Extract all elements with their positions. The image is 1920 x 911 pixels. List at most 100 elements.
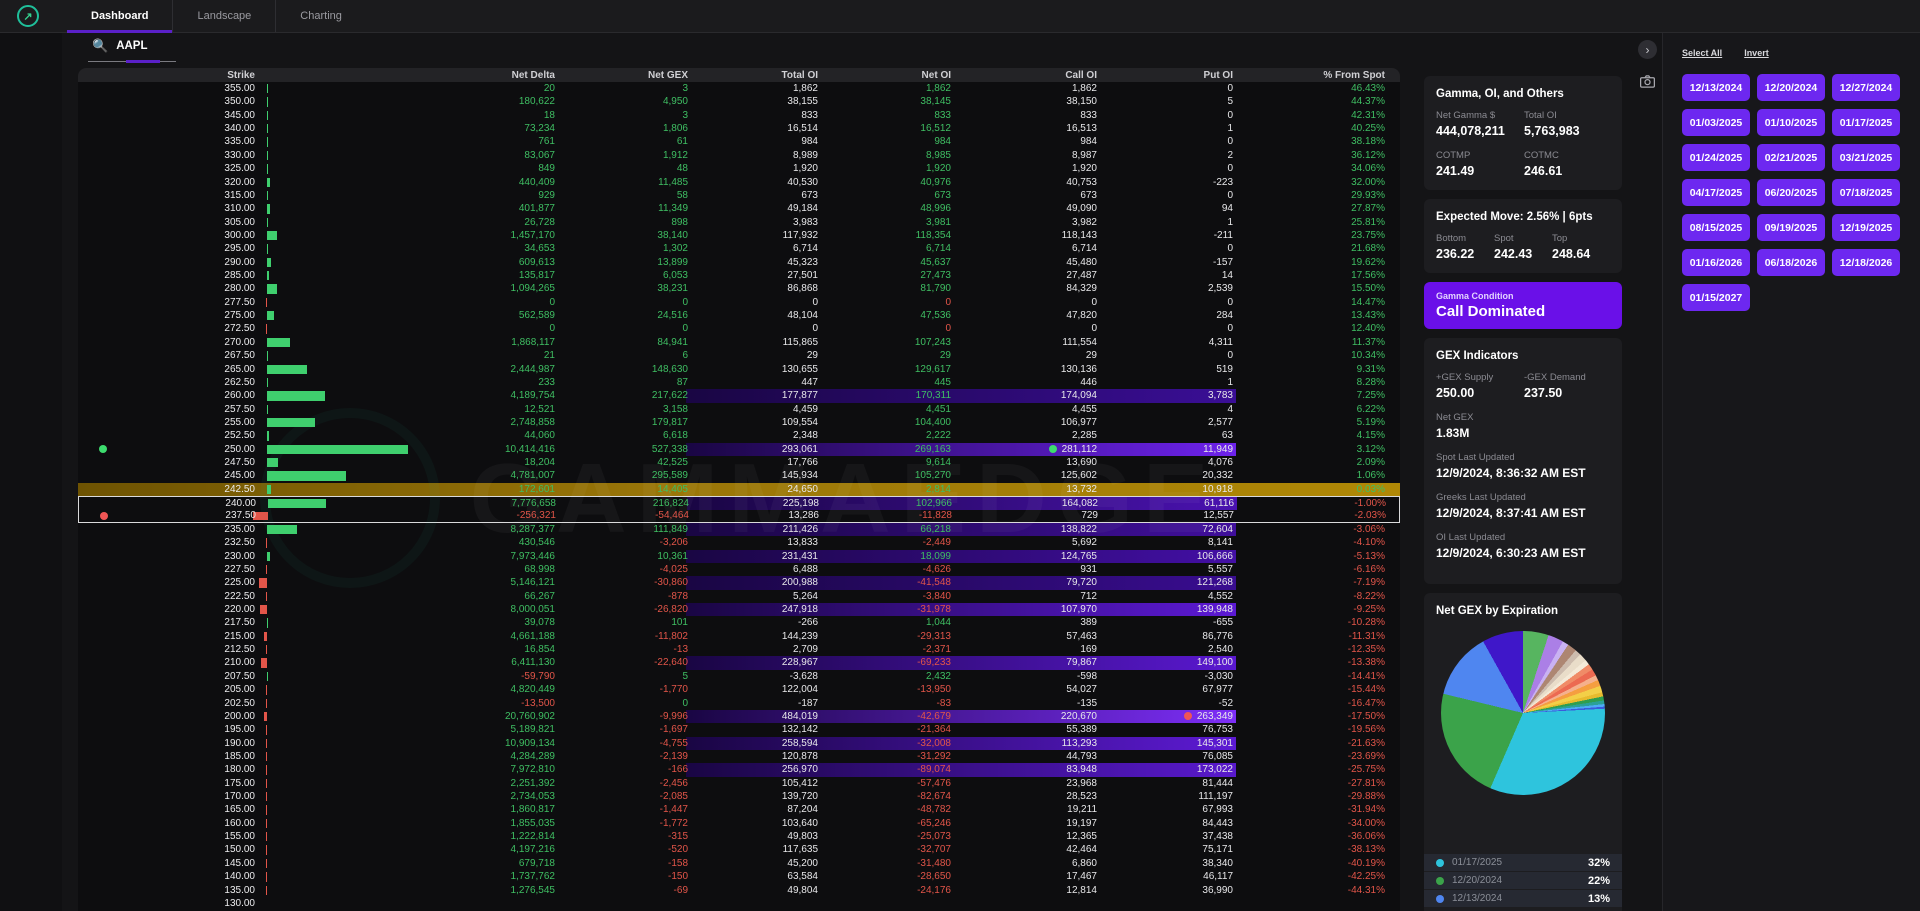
- table-row[interactable]: 335.00 761 61 984 984 984 0 38.18%: [78, 135, 1400, 148]
- expiry-date-button[interactable]: 09/19/2025: [1757, 214, 1825, 241]
- table-row[interactable]: 277.50 0 0 0 0 0 0 14.47%: [78, 296, 1400, 309]
- tab-landscape[interactable]: Landscape: [173, 0, 277, 32]
- column-header[interactable]: Net OI: [818, 70, 951, 81]
- sidebar-link-invert[interactable]: Invert: [1744, 48, 1769, 58]
- table-row[interactable]: 350.00 180,622 4,950 38,155 38,145 38,150 5 44.…: [78, 95, 1400, 108]
- tab-charting[interactable]: Charting: [276, 0, 366, 32]
- expiry-date-button[interactable]: 04/17/2025: [1682, 179, 1750, 206]
- table-row[interactable]: 150.00 4,197,216 -520 117,635 -32,707 42,464 7…: [78, 843, 1400, 856]
- table-row[interactable]: 240.00 7,776,658 216,824 225,198 102,966 164,…: [78, 496, 1400, 510]
- table-row[interactable]: 135.00 1,276,545 -69 49,804 -24,176 12,814 36,…: [78, 884, 1400, 897]
- table-row[interactable]: 320.00 440,409 11,485 40,530 40,976 40,753 -22…: [78, 176, 1400, 189]
- table-row[interactable]: 325.00 849 48 1,920 1,920 1,920 0 34.06%: [78, 162, 1400, 175]
- expiry-date-button[interactable]: 01/15/2027: [1682, 284, 1750, 311]
- put-oi-cell: 76,085: [1202, 750, 1233, 762]
- ticker-search[interactable]: 🔍: [92, 38, 187, 54]
- table-row[interactable]: 272.50 0 0 0 0 0 0 12.40%: [78, 322, 1400, 335]
- table-row[interactable]: 340.00 73,234 1,806 16,514 16,512 16,513 1 40.2…: [78, 122, 1400, 135]
- table-row[interactable]: 130.00: [78, 897, 1400, 910]
- table-row[interactable]: 170.00 2,734,053 -2,085 139,720 -82,674 28,52…: [78, 790, 1400, 803]
- table-row[interactable]: 232.50 430,546 -3,206 13,833 -2,449 5,692 8,14…: [78, 536, 1400, 549]
- table-row[interactable]: 255.00 2,748,858 179,817 109,554 104,400 106,…: [78, 416, 1400, 429]
- expiry-date-button[interactable]: 12/20/2024: [1757, 74, 1825, 101]
- expiry-date-button[interactable]: 03/21/2025: [1832, 144, 1900, 171]
- table-row[interactable]: 262.50 233 87 447 445 446 1 8.28%: [78, 376, 1400, 389]
- table-row[interactable]: 290.00 609,613 13,899 45,323 45,637 45,480 -15…: [78, 256, 1400, 269]
- expiry-date-button[interactable]: 07/18/2025: [1832, 179, 1900, 206]
- table-row[interactable]: 260.00 4,189,754 217,622 177,877 170,311 174,…: [78, 389, 1400, 403]
- table-row[interactable]: 285.00 135,817 6,053 27,501 27,473 27,487 14 17…: [78, 269, 1400, 282]
- table-row[interactable]: 315.00 929 58 673 673 673 0 29.93%: [78, 189, 1400, 202]
- table-row[interactable]: 190.00 10,909,134 -4,755 258,594 -32,008 113,…: [78, 736, 1400, 750]
- table-row[interactable]: 180.00 7,972,810 -166 256,970 -89,074 83,948 1…: [78, 763, 1400, 777]
- table-row[interactable]: 300.00 1,457,170 38,140 117,932 118,354 118,1…: [78, 229, 1400, 242]
- table-row[interactable]: 225.00 5,146,121 -30,860 200,988 -41,548 79,7…: [78, 576, 1400, 590]
- column-header[interactable]: % From Spot: [1233, 70, 1385, 81]
- expiry-date-button[interactable]: 12/27/2024: [1832, 74, 1900, 101]
- table-row[interactable]: 200.00 20,760,902 -9,996 484,019 -42,679 220,…: [78, 709, 1400, 724]
- column-header[interactable]: Net GEX: [555, 70, 688, 81]
- column-header[interactable]: Net Delta: [255, 70, 555, 81]
- table-row[interactable]: 235.00 8,287,377 111,849 211,426 66,218 138,8…: [78, 522, 1400, 537]
- table-row[interactable]: 207.50 -59,790 5 -3,628 2,432 -598 -3,030 -14.4…: [78, 670, 1400, 683]
- expiry-date-button[interactable]: 12/18/2026: [1832, 249, 1900, 276]
- table-row[interactable]: 145.00 679,718 -158 45,200 -31,480 6,860 38,34…: [78, 857, 1400, 870]
- table-row[interactable]: 227.50 68,998 -4,025 6,488 -4,626 931 5,557 -6.…: [78, 563, 1400, 576]
- table-row[interactable]: 217.50 39,078 101 -266 1,044 389 -655 -10.28%: [78, 616, 1400, 629]
- table-row[interactable]: 280.00 1,094,265 38,231 86,868 81,790 84,329 2…: [78, 282, 1400, 295]
- table-row[interactable]: 345.00 18 3 833 833 833 0 42.31%: [78, 109, 1400, 122]
- search-input[interactable]: [116, 40, 187, 52]
- table-row[interactable]: 160.00 1,855,035 -1,772 103,640 -65,246 19,19…: [78, 817, 1400, 830]
- expiry-date-button[interactable]: 06/20/2025: [1757, 179, 1825, 206]
- expiry-date-button[interactable]: 01/10/2025: [1757, 109, 1825, 136]
- table-row[interactable]: 237.50 -256,321 -54,464 13,286 -11,828 729 12,…: [78, 509, 1400, 523]
- table-row[interactable]: 175.00 2,251,392 -2,456 105,412 -57,476 23,96…: [78, 777, 1400, 790]
- expiry-date-button[interactable]: 01/16/2026: [1682, 249, 1750, 276]
- camera-icon[interactable]: [1638, 72, 1657, 91]
- expiry-date-button[interactable]: 01/24/2025: [1682, 144, 1750, 171]
- table-row[interactable]: 252.50 44,060 6,618 2,348 2,222 2,285 63 4.15%: [78, 429, 1400, 442]
- table-row[interactable]: 242.50 172,601 14,405 24,650 2,814 13,732 10,9…: [78, 482, 1400, 497]
- table-row[interactable]: 265.00 2,444,987 148,630 130,655 129,617 130,…: [78, 363, 1400, 376]
- table-row[interactable]: 257.50 12,521 3,158 4,459 4,451 4,455 4 6.22%: [78, 403, 1400, 416]
- column-header[interactable]: Put OI: [1097, 70, 1233, 81]
- expiry-date-button[interactable]: 01/03/2025: [1682, 109, 1750, 136]
- table-row[interactable]: 270.00 1,868,117 84,941 115,865 107,243 111,5…: [78, 336, 1400, 349]
- table-row[interactable]: 220.00 8,000,051 -26,820 247,918 -31,978 107,…: [78, 603, 1400, 617]
- expiry-date-button[interactable]: 02/21/2025: [1757, 144, 1825, 171]
- expiry-date-button[interactable]: 06/18/2026: [1757, 249, 1825, 276]
- table-row[interactable]: 210.00 6,411,130 -22,640 228,967 -69,233 79,8…: [78, 656, 1400, 670]
- table-row[interactable]: 215.00 4,661,188 -11,802 144,239 -29,313 57,4…: [78, 630, 1400, 643]
- expiry-date-button[interactable]: 12/13/2024: [1682, 74, 1750, 101]
- column-header[interactable]: Call OI: [951, 70, 1097, 81]
- table-row[interactable]: 140.00 1,737,762 -150 63,584 -28,650 17,467 46…: [78, 870, 1400, 883]
- table-row[interactable]: 195.00 5,189,821 -1,697 132,142 -21,364 55,38…: [78, 723, 1400, 736]
- table-row[interactable]: 267.50 21 6 29 29 29 0 10.34%: [78, 349, 1400, 362]
- table-row[interactable]: 212.50 16,854 -13 2,709 -2,371 169 2,540 -12.35…: [78, 643, 1400, 656]
- table-row[interactable]: 250.00 10,414,416 527,338 293,061 269,163 281…: [78, 442, 1400, 457]
- expiry-date-button[interactable]: 01/17/2025: [1832, 109, 1900, 136]
- table-row[interactable]: 245.00 4,781,007 295,589 145,934 105,270 125,…: [78, 469, 1400, 482]
- table-row[interactable]: 355.00 20 3 1,862 1,862 1,862 0 46.43%: [78, 82, 1400, 95]
- table-row[interactable]: 275.00 562,589 24,516 48,104 47,536 47,820 284…: [78, 309, 1400, 322]
- table-row[interactable]: 247.50 18,204 42,525 17,766 9,614 13,690 4,076…: [78, 456, 1400, 469]
- table-row[interactable]: 165.00 1,860,817 -1,447 87,204 -48,782 19,211…: [78, 803, 1400, 816]
- table-row[interactable]: 185.00 4,284,289 -2,139 120,878 -31,292 44,79…: [78, 750, 1400, 763]
- column-header[interactable]: Strike: [78, 70, 255, 81]
- table-row[interactable]: 295.00 34,653 1,302 6,714 6,714 6,714 0 21.68%: [78, 242, 1400, 255]
- column-header[interactable]: Total OI: [688, 70, 818, 81]
- table-row[interactable]: 205.00 4,820,449 -1,770 122,004 -13,950 54,02…: [78, 683, 1400, 696]
- table-row[interactable]: 330.00 83,067 1,912 8,989 8,985 8,987 2 36.12%: [78, 149, 1400, 162]
- expiry-date-button[interactable]: 12/19/2025: [1832, 214, 1900, 241]
- expiry-date-button[interactable]: 08/15/2025: [1682, 214, 1750, 241]
- table-row[interactable]: 305.00 26,728 898 3,983 3,981 3,982 1 25.81%: [78, 216, 1400, 229]
- table-row[interactable]: 230.00 7,973,446 10,361 231,431 18,099 124,76…: [78, 549, 1400, 563]
- table-row[interactable]: 310.00 401,877 11,349 49,184 48,996 49,090 94 2…: [78, 202, 1400, 215]
- sidebar-link-select-all[interactable]: Select All: [1682, 48, 1722, 58]
- table-row[interactable]: 155.00 1,222,814 -315 49,803 -25,073 12,365 37…: [78, 830, 1400, 843]
- collapse-chevron-icon[interactable]: ›: [1638, 40, 1657, 59]
- table-row[interactable]: 202.50 -13,500 0 -187 -83 -135 -52 -16.47%: [78, 697, 1400, 710]
- app-logo-icon[interactable]: ↗: [17, 5, 39, 27]
- tab-dashboard[interactable]: Dashboard: [67, 0, 174, 33]
- table-row[interactable]: 222.50 66,267 -878 5,264 -3,840 712 4,552 -8.22…: [78, 590, 1400, 603]
